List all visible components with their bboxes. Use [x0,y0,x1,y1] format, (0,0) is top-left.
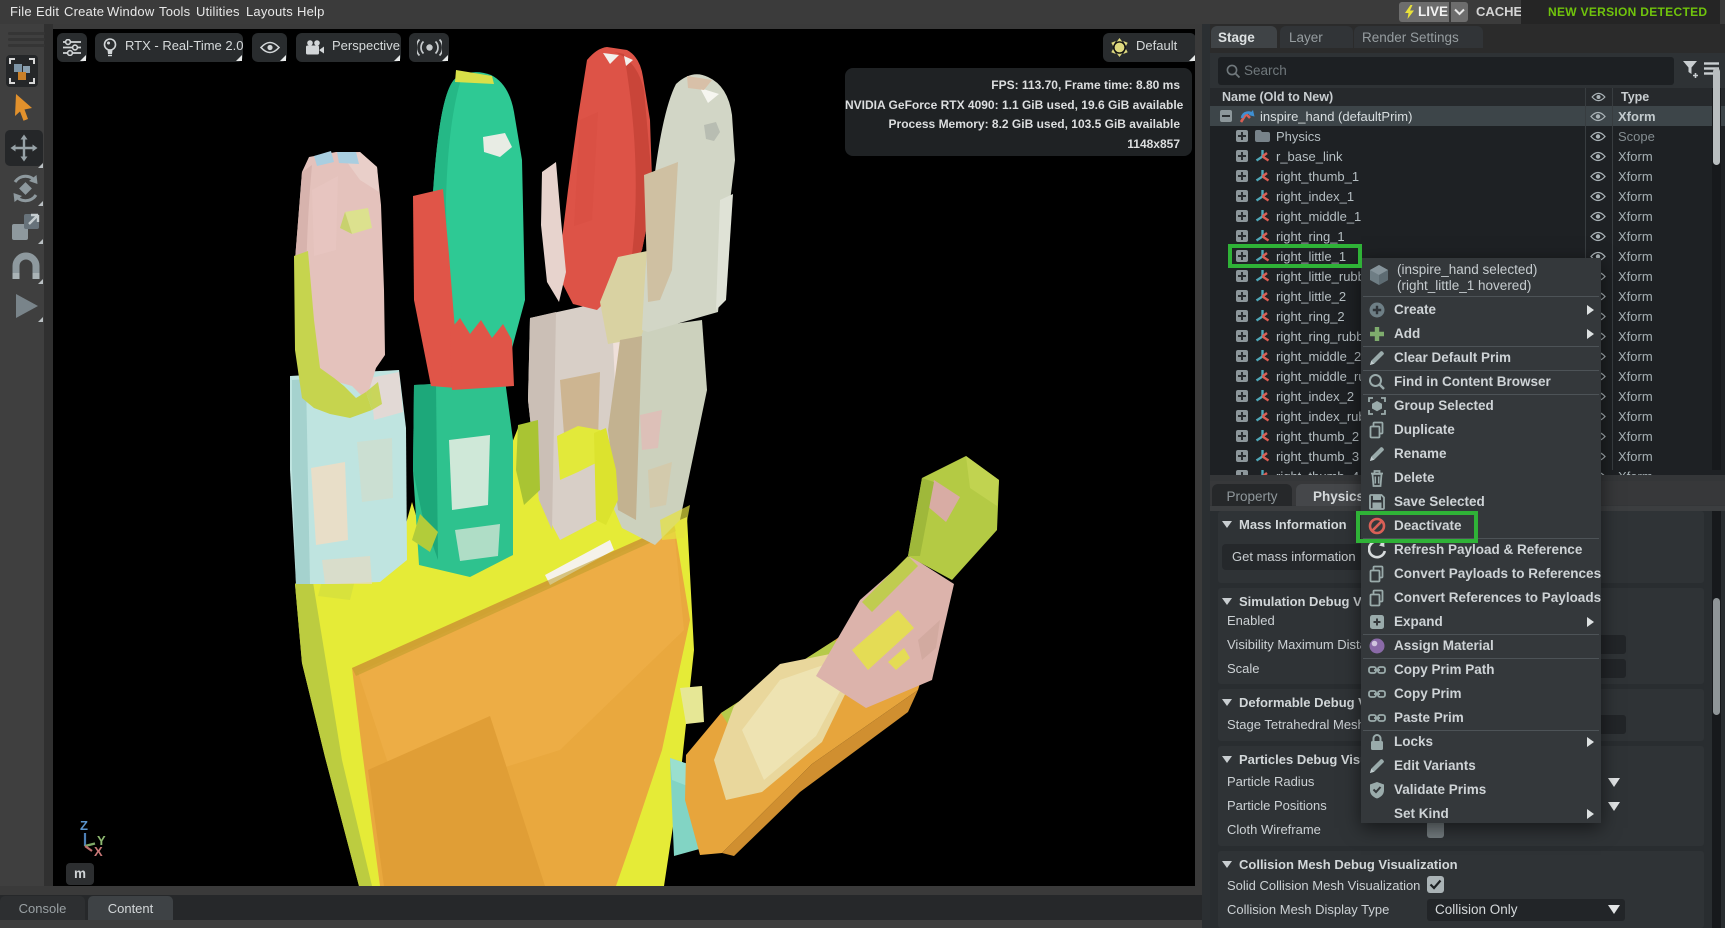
svg-text:X: X [94,844,103,856]
svg-text:Z: Z [80,820,88,833]
